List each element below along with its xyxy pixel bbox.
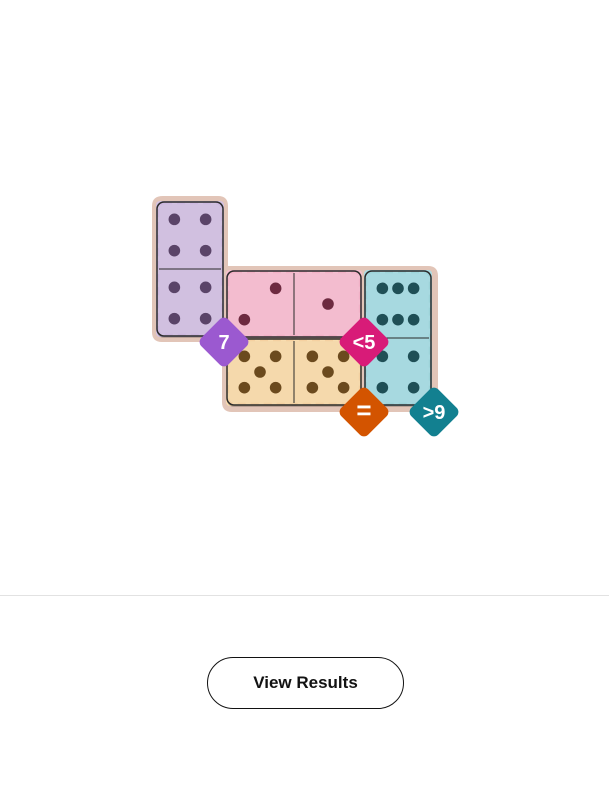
pip [238, 313, 251, 326]
divider [0, 595, 609, 596]
badge-label: >9 [423, 402, 446, 424]
badge-label: <5 [353, 332, 376, 354]
pip [168, 244, 181, 257]
view-results-button[interactable]: View Results [207, 657, 404, 709]
pip [376, 282, 389, 295]
badge-label: = [356, 395, 371, 425]
domino-orange-pair[interactable] [226, 338, 362, 407]
pip [392, 282, 404, 295]
domino-vertical-left[interactable] [156, 201, 224, 338]
pip [376, 381, 389, 394]
pip [322, 366, 334, 378]
pip [199, 244, 212, 257]
pip [407, 282, 420, 295]
pip [269, 282, 282, 295]
pip [306, 350, 319, 363]
pip [269, 350, 282, 363]
pip [407, 350, 420, 363]
pip [199, 213, 212, 226]
pip [269, 381, 282, 394]
pip [407, 313, 420, 326]
badge-label: 7 [218, 332, 229, 354]
pip [254, 366, 266, 378]
pip [168, 213, 181, 226]
pip [199, 281, 212, 294]
pip [238, 381, 251, 394]
pip [306, 381, 319, 394]
domino-pink-pair[interactable] [226, 270, 362, 339]
pip [168, 281, 181, 294]
pip [407, 381, 420, 394]
pip [376, 313, 389, 326]
puzzle-board: 7 <5 = >9 [152, 196, 459, 437]
pip [199, 312, 212, 325]
pip [168, 312, 181, 325]
pip [337, 381, 350, 394]
pip [392, 313, 404, 326]
pip [322, 298, 334, 310]
